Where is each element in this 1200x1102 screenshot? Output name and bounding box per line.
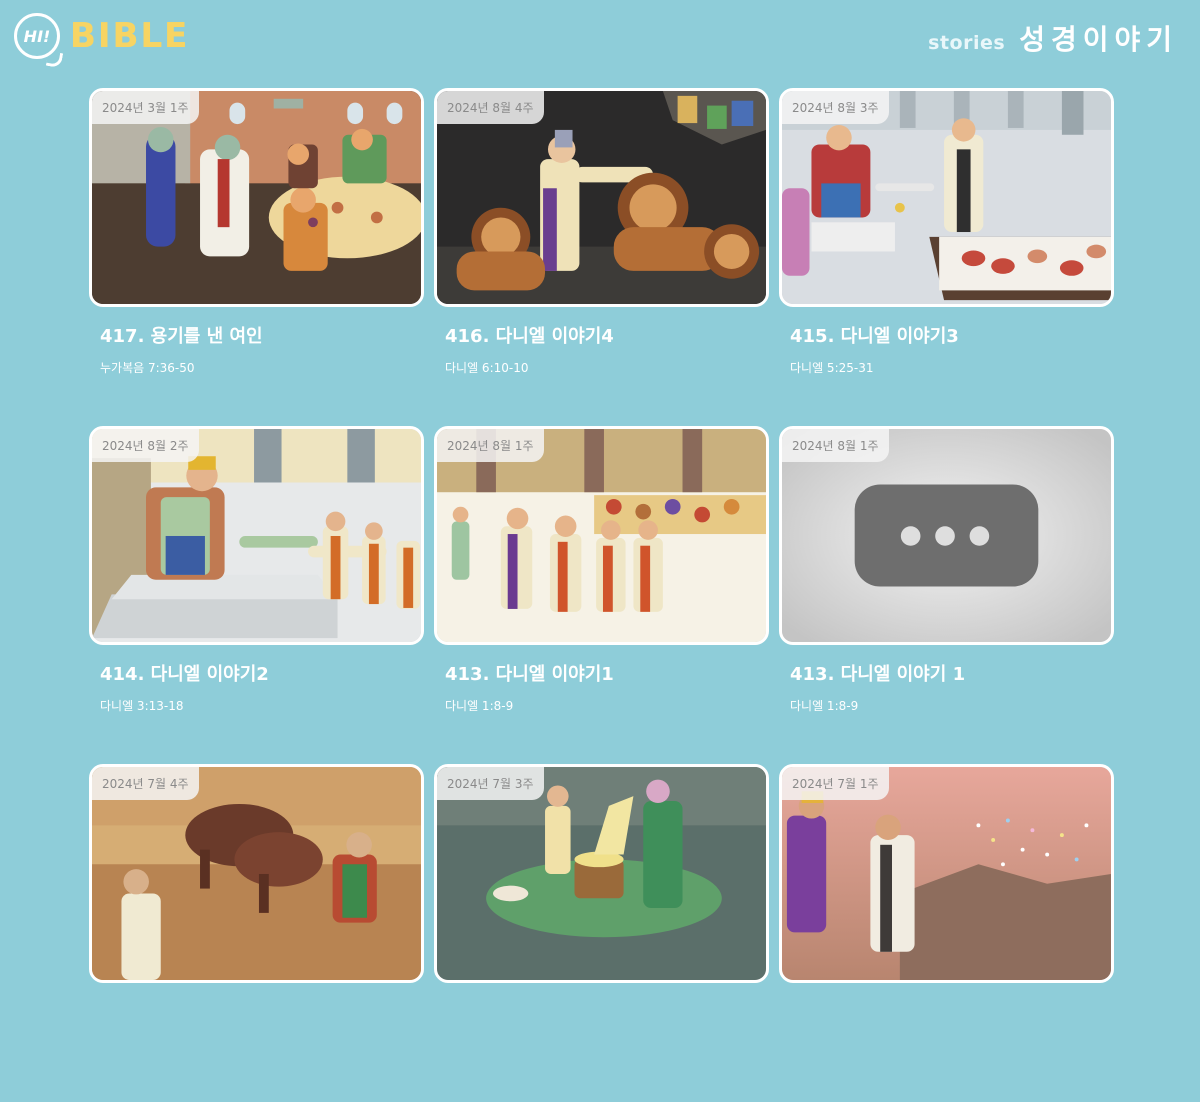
logo-bible-text: BIBLE [70,16,190,56]
story-card[interactable]: 2024년 8월 4주 416. 다니엘 이야기4 다니엘 6:10-10 [434,88,769,426]
scripture-reference: 다니엘 6:10-10 [445,361,529,375]
story-title[interactable]: 413. 다니엘 이야기1 [445,660,614,686]
story-thumbnail[interactable]: 2024년 8월 2주 [89,426,424,645]
story-thumbnail[interactable]: 2024년 3월 1주 [89,88,424,307]
hi-bible-logo[interactable]: HI! BIBLE [14,13,189,59]
date-badge: 2024년 8월 3주 [782,91,889,124]
story-title[interactable]: 415. 다니엘 이야기3 [790,322,959,348]
page-title: 성경이야기 [1019,23,1178,56]
story-title[interactable]: 414. 다니엘 이야기2 [100,660,269,686]
date-badge: 2024년 8월 1주 [437,429,544,462]
story-card[interactable]: 2024년 8월 1주 413. 다니엘 이야기1 다니엘 1:8-9 [434,426,769,764]
date-badge: 2024년 8월 1주 [782,429,889,462]
story-title[interactable]: 416. 다니엘 이야기4 [445,322,614,348]
scripture-reference: 다니엘 5:25-31 [790,361,874,375]
date-badge: 2024년 8월 2주 [92,429,199,462]
story-thumbnail[interactable]: 2024년 7월 3주 [434,764,769,983]
date-badge: 2024년 7월 1주 [782,767,889,800]
story-card[interactable]: 2024년 7월 4주 [89,764,424,1102]
story-card[interactable]: 2024년 8월 1주 413. 다니엘 이야기 1 다니엘 1:8-9 [779,426,1114,764]
scripture-reference: 누가복음 7:36-50 [100,361,195,375]
date-badge: 2024년 7월 3주 [437,767,544,800]
story-thumbnail[interactable]: 2024년 8월 4주 [434,88,769,307]
story-card[interactable]: 2024년 8월 2주 414. 다니엘 이야기2 다니엘 3:13-18 [89,426,424,764]
story-card[interactable]: 2024년 8월 3주 415. 다니엘 이야기3 다니엘 5:25-31 [779,88,1114,426]
date-badge: 2024년 7월 4주 [92,767,199,800]
story-title[interactable]: 413. 다니엘 이야기 1 [790,660,965,686]
story-thumbnail[interactable]: 2024년 8월 1주 [434,426,769,645]
story-card[interactable]: 2024년 7월 3주 [434,764,769,1102]
scripture-reference: 다니엘 3:13-18 [100,699,184,713]
scripture-reference: 다니엘 1:8-9 [445,699,514,713]
stories-label: stories [928,32,1006,54]
story-card[interactable]: 2024년 7월 1주 [779,764,1114,1102]
story-thumbnail[interactable]: 2024년 8월 3주 [779,88,1114,307]
scripture-reference: 다니엘 1:8-9 [790,699,859,713]
logo-hi-text: HI! [23,26,51,46]
story-card[interactable]: 2024년 3월 1주 417. 용기를 낸 여인 누가복음 7:36-50 [89,88,424,426]
story-thumbnail[interactable]: 2024년 7월 1주 [779,764,1114,983]
story-thumbnail[interactable]: 2024년 7월 4주 [89,764,424,983]
story-thumbnail[interactable]: 2024년 8월 1주 [779,426,1114,645]
date-badge: 2024년 3월 1주 [92,91,199,124]
story-title[interactable]: 417. 용기를 낸 여인 [100,322,263,348]
section-heading: stories 성경이야기 [928,18,1178,58]
speech-bubble-icon: HI! [14,13,60,59]
date-badge: 2024년 8월 4주 [437,91,544,124]
story-grid: 2024년 3월 1주 417. 용기를 낸 여인 누가복음 7:36-50 2… [89,88,1114,1102]
site-header: HI! BIBLE stories 성경이야기 [0,0,1200,80]
